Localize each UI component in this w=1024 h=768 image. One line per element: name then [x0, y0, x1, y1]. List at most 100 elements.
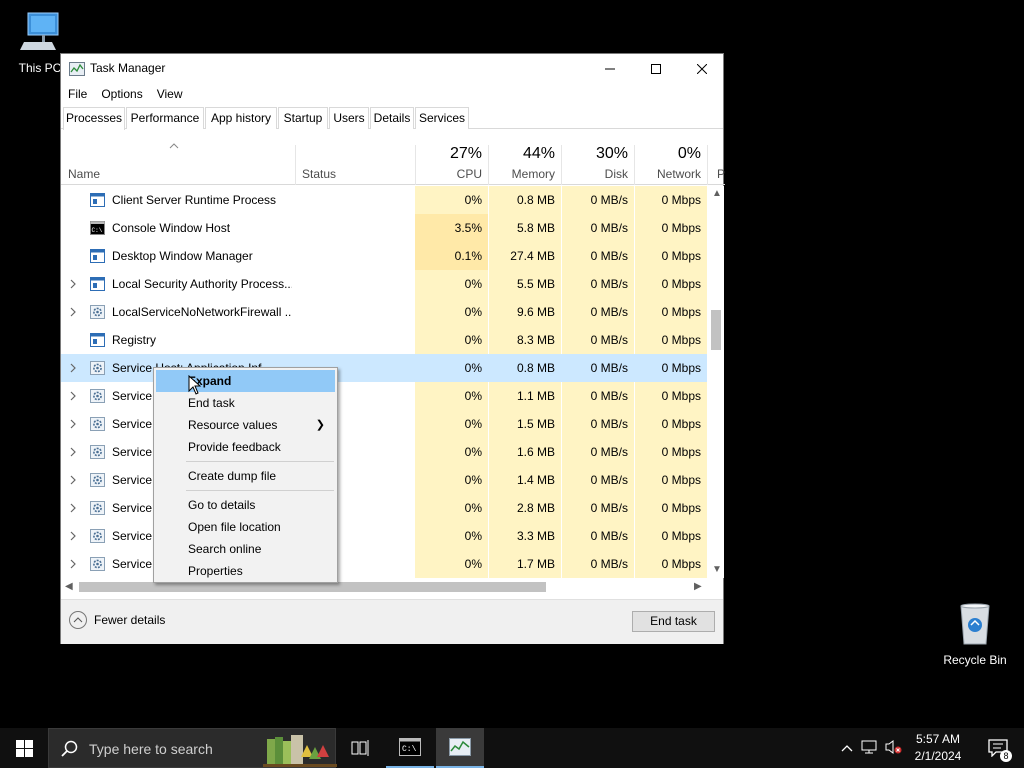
- menu-item-go-to-details[interactable]: Go to details: [156, 494, 335, 516]
- menu-item-create-dump-file[interactable]: Create dump file: [156, 465, 335, 487]
- process-network: 0 Mbps: [635, 550, 707, 578]
- process-disk: 0 MB/s: [562, 270, 634, 298]
- expand-chevron-icon[interactable]: [67, 305, 79, 319]
- svg-text:C:\: C:\: [402, 745, 417, 754]
- column-status[interactable]: Status: [296, 145, 415, 185]
- system-tray: [838, 728, 904, 768]
- chevron-up-icon: [69, 611, 87, 629]
- vertical-scroll-thumb[interactable]: [711, 310, 721, 350]
- notification-center-button[interactable]: 8: [978, 728, 1018, 768]
- process-memory: 5.8 MB: [489, 214, 561, 242]
- tab-app-history[interactable]: App history: [205, 107, 277, 129]
- taskbar-console-app[interactable]: C:\: [386, 728, 434, 768]
- column-power[interactable]: P: [708, 145, 725, 185]
- horizontal-scroll-thumb[interactable]: [79, 582, 546, 592]
- gear-icon: [90, 557, 105, 571]
- tab-startup[interactable]: Startup: [278, 107, 328, 129]
- taskbar-task-manager-app[interactable]: [436, 728, 484, 768]
- show-hidden-icons-chevron-icon[interactable]: [838, 741, 856, 755]
- process-row[interactable]: Desktop Window Manager 0.1% 27.4 MB 0 MB/s 0…: [61, 242, 707, 270]
- process-network: 0 Mbps: [635, 494, 707, 522]
- process-memory: 27.4 MB: [489, 242, 561, 270]
- menu-separator: [186, 461, 334, 462]
- recycle-bin-label: Recycle Bin: [943, 653, 1007, 667]
- maximize-icon: [651, 64, 661, 74]
- process-cpu: 0%: [415, 298, 488, 326]
- mouse-cursor-icon: [188, 375, 202, 395]
- recycle-bin-desktop-icon[interactable]: Recycle Bin: [937, 602, 1013, 667]
- vertical-scrollbar[interactable]: ▲ ▼: [708, 186, 724, 578]
- minimize-button[interactable]: [587, 54, 633, 84]
- menu-options[interactable]: Options: [94, 84, 149, 104]
- process-row[interactable]: Client Server Runtime Process 0% 0.8 MB 0 M…: [61, 186, 707, 214]
- process-row[interactable]: C:\ Console Window Host 3.5% 5.8 MB 0 MB/s 0 …: [61, 214, 707, 242]
- menu-item-properties[interactable]: Properties: [156, 560, 335, 582]
- process-disk: 0 MB/s: [562, 242, 634, 270]
- tab-services[interactable]: Services: [415, 107, 469, 129]
- expand-chevron-icon[interactable]: [67, 389, 79, 403]
- column-status-label: Status: [302, 167, 337, 181]
- process-name: Desktop Window Manager: [112, 249, 253, 263]
- expand-chevron-icon[interactable]: [67, 473, 79, 487]
- start-button[interactable]: [0, 728, 48, 768]
- gear-icon: [90, 305, 105, 319]
- menu-item-search-online[interactable]: Search online: [156, 538, 335, 560]
- menu-item-end-task[interactable]: End task: [156, 392, 335, 414]
- process-cpu: 0.1%: [415, 242, 488, 270]
- maximize-button[interactable]: [633, 54, 679, 84]
- column-cpu[interactable]: 27% CPU: [416, 145, 488, 185]
- network-icon[interactable]: [856, 739, 882, 758]
- taskbar-search-box[interactable]: Type here to search: [48, 728, 337, 768]
- process-network: 0 Mbps: [635, 326, 707, 354]
- taskbar-clock[interactable]: 5:57 AM 2/1/2024: [900, 731, 976, 765]
- process-network: 0 Mbps: [635, 186, 707, 214]
- scroll-left-arrow-icon[interactable]: ◀: [65, 581, 73, 592]
- fewer-details-label: Fewer details: [94, 613, 166, 627]
- column-disk[interactable]: 30% Disk: [562, 145, 634, 185]
- fewer-details-button[interactable]: Fewer details: [69, 611, 165, 629]
- expand-chevron-icon[interactable]: [67, 277, 79, 291]
- process-network: 0 Mbps: [635, 242, 707, 270]
- title-bar[interactable]: Task Manager: [61, 54, 723, 84]
- process-memory: 5.5 MB: [489, 270, 561, 298]
- process-disk: 0 MB/s: [562, 214, 634, 242]
- task-manager-icon: [449, 738, 471, 756]
- expand-chevron-icon[interactable]: [67, 529, 79, 543]
- close-button[interactable]: [679, 54, 725, 84]
- process-row[interactable]: LocalServiceNoNetworkFirewall ... 0% 9.6 M…: [61, 298, 707, 326]
- column-cpu-label: CPU: [456, 167, 482, 181]
- column-network[interactable]: 0% Network: [635, 145, 707, 185]
- expand-chevron-icon[interactable]: [67, 445, 79, 459]
- scroll-up-arrow-icon[interactable]: ▲: [712, 188, 722, 199]
- tab-processes[interactable]: Processes: [63, 107, 125, 130]
- menu-item-open-file-location[interactable]: Open file location: [156, 516, 335, 538]
- scroll-down-arrow-icon[interactable]: ▼: [712, 564, 722, 575]
- process-memory: 9.6 MB: [489, 298, 561, 326]
- tab-details[interactable]: Details: [370, 107, 414, 129]
- process-memory: 1.5 MB: [489, 410, 561, 438]
- process-memory: 3.3 MB: [489, 522, 561, 550]
- column-memory-label: Memory: [511, 167, 555, 181]
- column-memory[interactable]: 44% Memory: [489, 145, 561, 185]
- expand-chevron-icon[interactable]: [67, 501, 79, 515]
- task-view-button[interactable]: [336, 728, 384, 768]
- menu-item-provide-feedback[interactable]: Provide feedback: [156, 436, 335, 458]
- notification-count-badge: 8: [1000, 750, 1012, 762]
- expand-chevron-icon[interactable]: [67, 361, 79, 375]
- menu-file[interactable]: File: [61, 84, 94, 104]
- menu-view[interactable]: View: [150, 84, 190, 104]
- expand-chevron-icon[interactable]: [67, 417, 79, 431]
- process-memory: 1.6 MB: [489, 438, 561, 466]
- menu-item-expand[interactable]: Expand: [156, 370, 335, 392]
- scroll-right-arrow-icon[interactable]: ▶: [694, 581, 702, 592]
- process-network: 0 Mbps: [635, 466, 707, 494]
- menu-item-resource-values[interactable]: Resource values ❯: [156, 414, 335, 436]
- process-row[interactable]: Registry 0% 8.3 MB 0 MB/s 0 Mbps: [61, 326, 707, 354]
- process-network: 0 Mbps: [635, 214, 707, 242]
- process-row[interactable]: Local Security Authority Process... 0% 5.5…: [61, 270, 707, 298]
- column-name[interactable]: Name: [61, 145, 295, 185]
- tab-performance[interactable]: Performance: [126, 107, 204, 129]
- expand-chevron-icon[interactable]: [67, 557, 79, 571]
- tab-users[interactable]: Users: [329, 107, 369, 129]
- end-task-button[interactable]: End task: [632, 611, 715, 632]
